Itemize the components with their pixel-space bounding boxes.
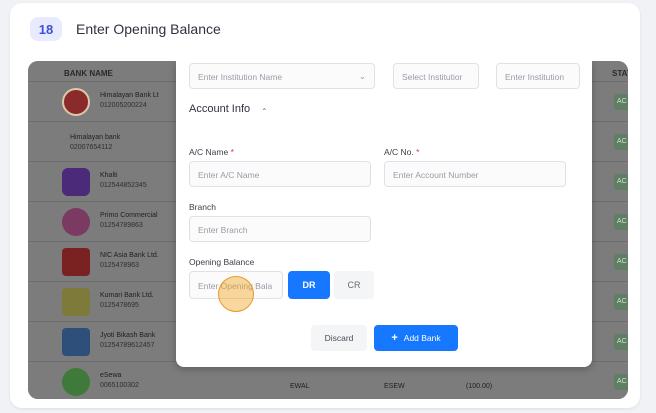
bank-name: Himalayan Bank Lt <box>100 92 159 99</box>
step-card: 18 Enter Opening Balance BANK NAME STAT … <box>10 3 640 408</box>
institution-field[interactable]: Enter Institution <box>496 63 580 89</box>
account-number: 012544852345 <box>100 182 147 189</box>
dr-toggle-button[interactable]: DR <box>288 271 330 299</box>
bank-logo-icon <box>62 328 90 356</box>
bank-name: eSewa <box>100 372 122 379</box>
ac-no-label-text: A/C No. <box>384 147 414 157</box>
discard-button[interactable]: Discard <box>311 325 367 351</box>
chevron-down-icon: ⌄ <box>358 71 366 81</box>
ac-name-label: A/C Name * <box>189 147 234 157</box>
required-asterisk: * <box>230 147 234 157</box>
table-cell: EWAL <box>290 383 310 390</box>
add-bank-modal: Enter Institution Name ⌄ Select Institut… <box>176 61 592 367</box>
institution-name-select[interactable]: Enter Institution Name ⌄ <box>189 63 375 89</box>
status-badge: AC <box>614 374 628 390</box>
table-cell: (100.00) <box>466 383 493 390</box>
account-number: 0125478695 <box>100 302 139 309</box>
account-number: 0125478963 <box>100 262 139 269</box>
account-number: 0065100302 <box>100 382 139 389</box>
select-institution-field[interactable]: Select Institutior <box>393 63 479 89</box>
esewa-logo-icon <box>62 368 90 396</box>
account-number: 01254789863 <box>100 222 143 229</box>
institution-name-placeholder: Enter Institution Name <box>198 72 283 82</box>
step-title: Enter Opening Balance <box>76 21 221 37</box>
bank-logo-icon <box>62 248 90 276</box>
bank-name: Kumari Bank Ltd. <box>100 292 154 299</box>
account-number: 012005200224 <box>100 102 147 109</box>
status-badge: AC <box>614 174 628 190</box>
click-indicator <box>218 276 254 312</box>
step-header: 18 Enter Opening Balance <box>30 17 221 41</box>
bank-logo-icon <box>62 208 90 236</box>
bank-name: Himalayan bank <box>70 134 121 141</box>
account-number: 02007654112 <box>70 144 113 151</box>
opening-balance-label: Opening Balance <box>189 257 255 267</box>
status-badge: AC <box>614 334 628 350</box>
account-number: 01254789612457 <box>100 342 155 349</box>
status-badge: AC <box>614 134 628 150</box>
ac-number-input[interactable]: Enter Account Number <box>384 161 566 187</box>
column-header-bank-name: BANK NAME <box>64 69 113 78</box>
bank-logo-icon <box>62 88 90 116</box>
status-badge: AC <box>614 94 628 110</box>
bank-name: Jyoti Bikash Bank <box>100 332 156 339</box>
ac-name-input[interactable]: Enter A/C Name <box>189 161 371 187</box>
screenshot-area: BANK NAME STAT Himalayan Bank Lt 0120052… <box>28 61 628 399</box>
khalti-logo-icon <box>62 168 90 196</box>
add-bank-button[interactable]: + Add Bank <box>374 325 458 351</box>
account-info-section-title[interactable]: Account Info ⌃ <box>189 103 268 116</box>
table-cell: ESEW <box>384 383 405 390</box>
branch-label: Branch <box>189 202 216 212</box>
ac-name-label-text: A/C Name <box>189 147 229 157</box>
account-info-heading: Account Info <box>189 103 251 115</box>
bank-name: NIC Asia Bank Ltd. <box>100 252 159 259</box>
bank-name: Primo Commercial <box>100 212 158 219</box>
column-header-status: STAT <box>612 69 628 78</box>
add-bank-label: Add Bank <box>403 333 441 343</box>
bank-logo-icon <box>62 288 90 316</box>
status-badge: AC <box>614 254 628 270</box>
ac-no-label: A/C No. * <box>384 147 419 157</box>
bank-name: Khalti <box>100 172 118 179</box>
chevron-up-icon: ⌃ <box>261 107 268 116</box>
status-badge: AC <box>614 214 628 230</box>
step-number-badge: 18 <box>30 17 62 41</box>
status-badge: AC <box>614 294 628 310</box>
branch-input[interactable]: Enter Branch <box>189 216 371 242</box>
required-asterisk: * <box>416 147 420 157</box>
cr-toggle-button[interactable]: CR <box>334 271 374 299</box>
plus-icon: + <box>391 332 398 344</box>
